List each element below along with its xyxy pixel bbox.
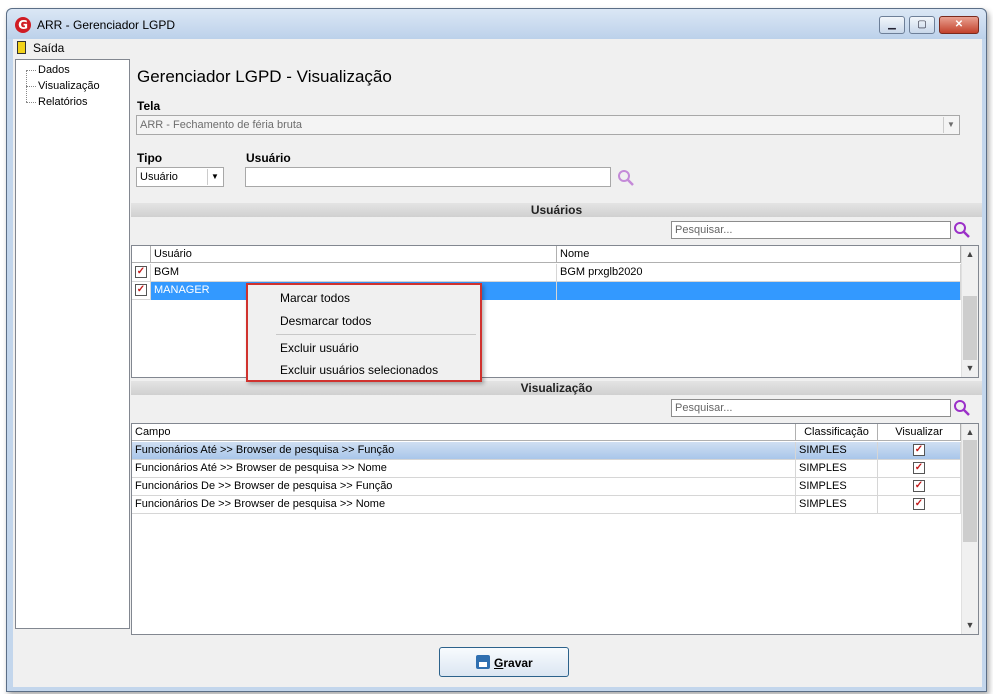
tree-connector <box>26 70 36 71</box>
cell-visualizar: ✓ <box>878 496 961 514</box>
cell-visualizar: ✓ <box>878 478 961 496</box>
view-section-header: Visualização <box>131 381 982 395</box>
chevron-down-icon[interactable]: ▼ <box>943 117 958 133</box>
cell-classificacao: SIMPLES <box>796 496 878 514</box>
context-menu: Marcar todos Desmarcar todos Excluir usu… <box>246 283 482 382</box>
cell-campo: Funcionários De >> Browser de pesquisa >… <box>132 496 796 514</box>
menu-exit[interactable]: Saída <box>33 41 64 55</box>
navigation-tree: Dados Visualização Relatórios <box>15 59 130 629</box>
usuario-input[interactable] <box>245 167 611 187</box>
cell-classificacao: SIMPLES <box>796 442 878 460</box>
cell-campo: Funcionários De >> Browser de pesquisa >… <box>132 478 796 496</box>
cell-classificacao: SIMPLES <box>796 478 878 496</box>
usuario-label: Usuário <box>246 151 291 165</box>
exit-door-icon[interactable] <box>17 41 26 54</box>
menu-item-desmarcar-todos[interactable]: Desmarcar todos <box>280 314 371 328</box>
window-title: ARR - Gerenciador LGPD <box>37 18 176 32</box>
close-button[interactable]: ✕ <box>939 16 979 34</box>
table-header-usuario[interactable]: Usuário <box>151 246 557 263</box>
chevron-down-icon[interactable]: ▼ <box>207 169 222 185</box>
maximize-button[interactable]: ▢ <box>909 16 935 34</box>
menu-item-excluir-usuario[interactable]: Excluir usuário <box>280 341 359 355</box>
checkbox-checked-icon[interactable]: ✓ <box>913 498 925 510</box>
cell-campo: Funcionários Até >> Browser de pesquisa … <box>132 460 796 478</box>
tipo-value: Usuário <box>140 171 178 183</box>
cell-nome: BGM prxglb2020 <box>557 264 961 282</box>
tree-item-dados[interactable]: Dados <box>38 64 70 76</box>
users-scrollbar[interactable]: ▲ ▼ <box>961 246 978 377</box>
scroll-down-icon[interactable]: ▼ <box>962 617 978 633</box>
save-button-label: Gravar <box>494 656 533 670</box>
scroll-thumb[interactable] <box>963 440 977 542</box>
tree-connector <box>26 102 36 103</box>
tela-label: Tela <box>137 99 161 113</box>
cell-campo: Funcionários Até >> Browser de pesquisa … <box>132 442 796 460</box>
checkbox-checked-icon[interactable]: ✓ <box>135 266 147 278</box>
table-row[interactable]: ✓ BGM BGM prxglb2020 <box>132 264 961 282</box>
table-row[interactable]: Funcionários De >> Browser de pesquisa >… <box>132 478 961 496</box>
table-row[interactable]: Funcionários De >> Browser de pesquisa >… <box>132 496 961 514</box>
table-header-visualizar[interactable]: Visualizar <box>878 424 961 441</box>
tela-combo[interactable]: ARR - Fechamento de féria bruta ▼ <box>136 115 960 135</box>
scroll-up-icon[interactable]: ▲ <box>962 246 978 262</box>
client-area: Dados Visualização Relatórios Gerenciado… <box>13 57 982 687</box>
cell-usuario: BGM <box>151 264 557 282</box>
row-check-cell[interactable]: ✓ <box>132 264 151 282</box>
search-icon[interactable] <box>953 221 971 239</box>
title-bar[interactable]: G ARR - Gerenciador LGPD ▁ ▢ ✕ <box>7 9 986 39</box>
checkbox-checked-icon[interactable]: ✓ <box>135 284 147 296</box>
view-scrollbar[interactable]: ▲ ▼ <box>961 424 978 634</box>
page-title: Gerenciador LGPD - Visualização <box>137 67 392 86</box>
menu-separator <box>276 334 476 335</box>
floppy-disk-icon <box>476 655 490 669</box>
tipo-label: Tipo <box>137 151 163 165</box>
search-icon[interactable] <box>617 169 635 187</box>
table-header-nome[interactable]: Nome <box>557 246 961 263</box>
tree-item-visualizacao[interactable]: Visualização <box>38 80 100 92</box>
cell-visualizar: ✓ <box>878 460 961 478</box>
search-icon[interactable] <box>953 399 971 417</box>
table-header-classificacao[interactable]: Classificação <box>796 424 878 441</box>
scroll-down-icon[interactable]: ▼ <box>962 360 978 376</box>
tela-value: ARR - Fechamento de féria bruta <box>140 119 303 131</box>
users-search-input[interactable]: Pesquisar... <box>671 221 951 239</box>
checkbox-checked-icon[interactable]: ✓ <box>913 444 925 456</box>
table-row[interactable]: Funcionários Até >> Browser de pesquisa … <box>132 460 961 478</box>
minimize-button[interactable]: ▁ <box>879 16 905 34</box>
save-button[interactable]: Gravar <box>439 647 569 677</box>
cell-visualizar: ✓ <box>878 442 961 460</box>
row-check-cell[interactable]: ✓ <box>132 282 151 300</box>
table-row[interactable]: Funcionários Até >> Browser de pesquisa … <box>132 442 961 460</box>
users-section-header: Usuários <box>131 203 982 217</box>
scroll-thumb[interactable] <box>963 296 977 360</box>
tree-item-relatorios[interactable]: Relatórios <box>38 96 88 108</box>
checkbox-checked-icon[interactable]: ✓ <box>913 480 925 492</box>
cell-classificacao: SIMPLES <box>796 460 878 478</box>
menu-bar: Saída <box>13 39 982 57</box>
table-header-check <box>132 246 151 263</box>
tree-connector <box>26 86 36 87</box>
main-window: G ARR - Gerenciador LGPD ▁ ▢ ✕ Saída Dad… <box>6 8 987 692</box>
view-search-input[interactable]: Pesquisar... <box>671 399 951 417</box>
view-table: Campo Classificação Visualizar Funcionár… <box>131 423 979 635</box>
cell-nome <box>557 282 961 300</box>
menu-item-excluir-selecionados[interactable]: Excluir usuários selecionados <box>280 363 438 377</box>
tipo-select[interactable]: Usuário ▼ <box>136 167 224 187</box>
menu-item-marcar-todos[interactable]: Marcar todos <box>280 291 350 305</box>
app-logo-icon: G <box>15 17 31 33</box>
scroll-up-icon[interactable]: ▲ <box>962 424 978 440</box>
checkbox-checked-icon[interactable]: ✓ <box>913 462 925 474</box>
table-header-campo[interactable]: Campo <box>132 424 796 441</box>
